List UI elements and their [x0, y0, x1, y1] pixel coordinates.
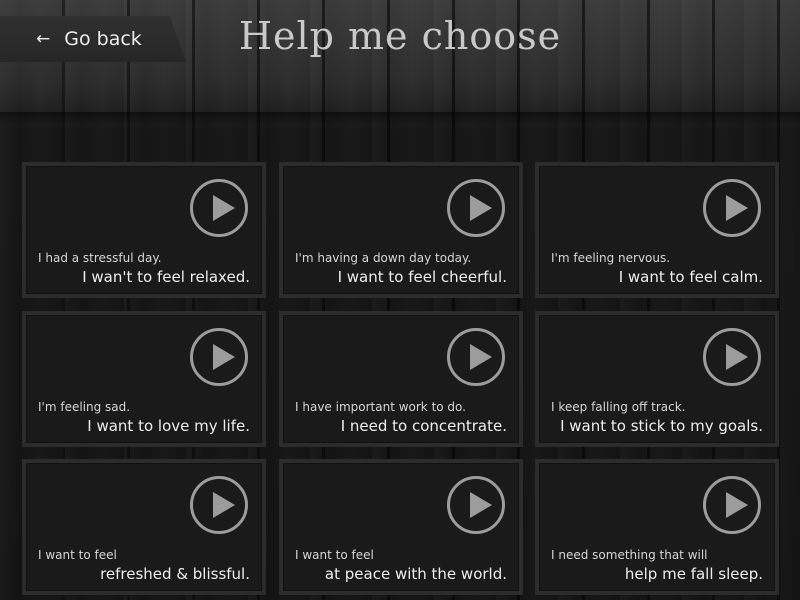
option-goal: I want to feel cheerful.	[337, 268, 507, 286]
play-icon[interactable]	[447, 328, 505, 386]
option-card-sleep[interactable]: I need something that will help me fall …	[535, 459, 779, 595]
option-card-concentrate[interactable]: I have important work to do. I need to c…	[279, 311, 523, 447]
option-card-peace[interactable]: I want to feel at peace with the world.	[279, 459, 523, 595]
page: ← Go back Help me choose I had a stressf…	[0, 0, 800, 600]
option-card-cheerful[interactable]: I'm having a down day today. I want to f…	[279, 162, 523, 298]
option-context: I'm having a down day today.	[295, 251, 472, 265]
play-icon[interactable]	[447, 179, 505, 237]
option-context: I'm feeling nervous.	[551, 251, 671, 265]
option-card-love-life[interactable]: I'm feeling sad. I want to love my life.	[22, 311, 266, 447]
option-goal: I want to stick to my goals.	[560, 417, 763, 435]
option-context: I want to feel	[38, 548, 117, 562]
option-goal: I need to concentrate.	[340, 417, 507, 435]
play-icon[interactable]	[190, 476, 248, 534]
page-title: Help me choose	[238, 14, 562, 58]
options-grid: I had a stressful day. I wan't to feel r…	[22, 162, 780, 600]
option-card-calm[interactable]: I'm feeling nervous. I want to feel calm…	[535, 162, 779, 298]
option-card-refreshed[interactable]: I want to feel refreshed & blissful.	[22, 459, 266, 595]
option-goal: help me fall sleep.	[624, 565, 763, 583]
option-context: I had a stressful day.	[38, 251, 162, 265]
option-context: I'm feeling sad.	[38, 400, 131, 414]
play-icon[interactable]	[703, 328, 761, 386]
option-goal: I wan't to feel relaxed.	[82, 268, 250, 286]
option-context: I need something that will	[551, 548, 708, 562]
option-goal: I want to feel calm.	[618, 268, 763, 286]
option-goal: refreshed & blissful.	[100, 565, 250, 583]
play-icon[interactable]	[703, 476, 761, 534]
play-icon[interactable]	[190, 328, 248, 386]
option-goal: at peace with the world.	[324, 565, 507, 583]
option-card-relaxed[interactable]: I had a stressful day. I wan't to feel r…	[22, 162, 266, 298]
option-card-goals[interactable]: I keep falling off track. I want to stic…	[535, 311, 779, 447]
option-context: I want to feel	[295, 548, 374, 562]
option-context: I keep falling off track.	[551, 400, 686, 414]
play-icon[interactable]	[190, 179, 248, 237]
play-icon[interactable]	[447, 476, 505, 534]
header: ← Go back Help me choose	[0, 0, 800, 118]
option-context: I have important work to do.	[295, 400, 466, 414]
option-goal: I want to love my life.	[87, 417, 250, 435]
play-icon[interactable]	[703, 179, 761, 237]
